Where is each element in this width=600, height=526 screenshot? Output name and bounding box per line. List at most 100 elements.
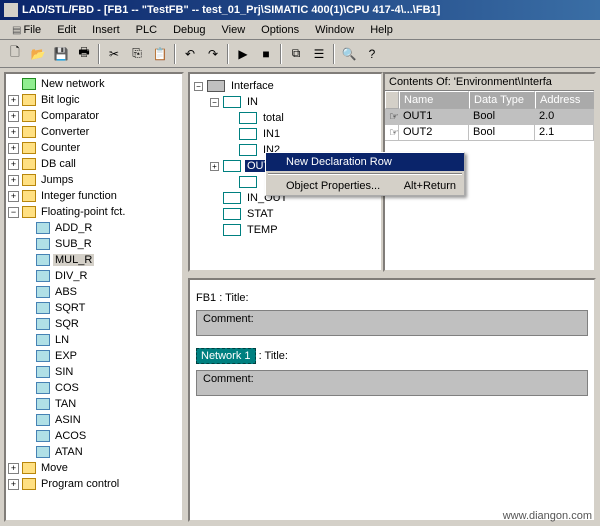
menu-debug[interactable]: Debug bbox=[165, 22, 213, 38]
tree-div_r[interactable]: DIV_R bbox=[8, 268, 180, 284]
cell-name: OUT2 bbox=[399, 125, 469, 141]
tree-cos[interactable]: COS bbox=[8, 380, 180, 396]
tree-label: New network bbox=[39, 78, 107, 90]
tree-db-call[interactable]: +DB call bbox=[8, 156, 180, 172]
copy-button[interactable]: ⎘ bbox=[126, 43, 148, 65]
menu-edit[interactable]: Edit bbox=[49, 22, 84, 38]
tree-jumps[interactable]: +Jumps bbox=[8, 172, 180, 188]
iface-label: STAT bbox=[245, 208, 275, 220]
expand-icon[interactable]: + bbox=[8, 143, 19, 154]
menu-file[interactable]: File bbox=[4, 22, 49, 38]
tree-atan[interactable]: ATAN bbox=[8, 444, 180, 460]
tree-add_r[interactable]: ADD_R bbox=[8, 220, 180, 236]
fb-comment-box[interactable]: Comment: bbox=[196, 310, 588, 336]
col-address[interactable]: Address bbox=[535, 91, 594, 109]
network-title[interactable]: : Title: bbox=[259, 350, 288, 362]
tree-acos[interactable]: ACOS bbox=[8, 428, 180, 444]
new-button[interactable]: 🗋 bbox=[4, 43, 26, 65]
context-menu: New Declaration Row Object Properties...… bbox=[265, 152, 465, 196]
iface-root[interactable]: −Interface bbox=[194, 78, 377, 94]
stop-button[interactable]: ■ bbox=[255, 43, 277, 65]
folder-icon bbox=[22, 174, 36, 186]
table-row[interactable]: ☞OUT1Bool2.0 bbox=[385, 109, 594, 125]
iface-temp[interactable]: TEMP bbox=[194, 222, 377, 238]
network-button[interactable]: ⧉ bbox=[285, 43, 307, 65]
expand-icon[interactable]: − bbox=[8, 207, 19, 218]
table-row[interactable]: ☞OUT2Bool2.1 bbox=[385, 125, 594, 141]
expand-icon[interactable]: + bbox=[8, 463, 19, 474]
var-icon bbox=[223, 192, 241, 204]
tree-bit-logic[interactable]: +Bit logic bbox=[8, 92, 180, 108]
iface-in[interactable]: −IN bbox=[194, 94, 377, 110]
menu-view[interactable]: View bbox=[214, 22, 254, 38]
menu-options[interactable]: Options bbox=[253, 22, 307, 38]
iface-label: IN1 bbox=[261, 128, 282, 140]
tree-counter[interactable]: +Counter bbox=[8, 140, 180, 156]
var-icon bbox=[223, 160, 241, 172]
help-button[interactable]: ? bbox=[361, 43, 383, 65]
interface-tree[interactable]: −Interface−INtotalIN1IN2+OUTIN_OUTSTATTE… bbox=[188, 72, 383, 272]
tree-sqr[interactable]: SQR bbox=[8, 316, 180, 332]
expand-icon[interactable]: + bbox=[8, 127, 19, 138]
instruction-tree[interactable]: New network +Bit logic+Comparator+Convert… bbox=[4, 72, 184, 522]
find-button[interactable]: 🔍 bbox=[338, 43, 360, 65]
ctx-object-properties[interactable]: Object Properties...Alt+Return bbox=[266, 177, 464, 195]
tree-sqrt[interactable]: SQRT bbox=[8, 300, 180, 316]
expand-icon[interactable]: + bbox=[8, 95, 19, 106]
paste-button[interactable]: 📋 bbox=[149, 43, 171, 65]
code-editor[interactable]: FB1 : Title: Comment: Network 1 : Title:… bbox=[188, 278, 596, 522]
open-button[interactable]: 📂 bbox=[27, 43, 49, 65]
tree-mul_r[interactable]: MUL_R bbox=[8, 252, 180, 268]
expand-icon[interactable]: + bbox=[8, 479, 19, 490]
col-name[interactable]: Name bbox=[399, 91, 469, 109]
ctx-new-declaration-row[interactable]: New Declaration Row bbox=[266, 153, 464, 171]
save-button[interactable]: 💾 bbox=[50, 43, 72, 65]
block-icon bbox=[36, 302, 50, 314]
menu-insert[interactable]: Insert bbox=[84, 22, 128, 38]
cut-button[interactable]: ✂ bbox=[103, 43, 125, 65]
run-button[interactable]: ▶ bbox=[232, 43, 254, 65]
cell-type: Bool bbox=[469, 109, 535, 125]
tree-floating-point[interactable]: −Floating-point fct. bbox=[8, 204, 180, 220]
folder-icon bbox=[22, 110, 36, 122]
fb-title-line[interactable]: FB1 : Title: bbox=[196, 292, 588, 304]
expand-icon[interactable]: + bbox=[8, 159, 19, 170]
redo-button[interactable]: ↷ bbox=[202, 43, 224, 65]
menu-window[interactable]: Window bbox=[307, 22, 362, 38]
tree-asin[interactable]: ASIN bbox=[8, 412, 180, 428]
tree-tan[interactable]: TAN bbox=[8, 396, 180, 412]
tree-ln[interactable]: LN bbox=[8, 332, 180, 348]
tree-integer-function[interactable]: +Integer function bbox=[8, 188, 180, 204]
network-comment-box[interactable]: Comment: bbox=[196, 370, 588, 396]
network-line[interactable]: Network 1 : Title: bbox=[196, 348, 588, 364]
menu-help[interactable]: Help bbox=[362, 22, 401, 38]
print-button[interactable]: 🖶 bbox=[73, 43, 95, 65]
expand-icon[interactable]: + bbox=[8, 191, 19, 202]
menu-plc[interactable]: PLC bbox=[128, 22, 165, 38]
block-icon bbox=[36, 254, 50, 266]
tree-comparator[interactable]: +Comparator bbox=[8, 108, 180, 124]
iface-in-total[interactable]: total bbox=[194, 110, 377, 126]
folder-icon bbox=[22, 142, 36, 154]
tree-sin[interactable]: SIN bbox=[8, 364, 180, 380]
iface-in-in1[interactable]: IN1 bbox=[194, 126, 377, 142]
tree-label: ACOS bbox=[53, 430, 88, 442]
tree-move[interactable]: +Move bbox=[8, 460, 180, 476]
properties-button[interactable]: ☰ bbox=[308, 43, 330, 65]
tree-converter[interactable]: +Converter bbox=[8, 124, 180, 140]
col-data-type[interactable]: Data Type bbox=[469, 91, 535, 109]
undo-button[interactable]: ↶ bbox=[179, 43, 201, 65]
folder-icon bbox=[22, 158, 36, 170]
tree-sub_r[interactable]: SUB_R bbox=[8, 236, 180, 252]
cell-type: Bool bbox=[469, 125, 535, 141]
iface-stat[interactable]: STAT bbox=[194, 206, 377, 222]
tree-exp[interactable]: EXP bbox=[8, 348, 180, 364]
tree-program-control[interactable]: +Program control bbox=[8, 476, 180, 492]
expand-icon[interactable]: + bbox=[8, 175, 19, 186]
tree-new-network[interactable]: New network bbox=[8, 76, 180, 92]
iface-label: TEMP bbox=[245, 224, 280, 236]
tree-abs[interactable]: ABS bbox=[8, 284, 180, 300]
block-icon bbox=[36, 366, 50, 378]
network-label[interactable]: Network 1 bbox=[196, 348, 256, 364]
expand-icon[interactable]: + bbox=[8, 111, 19, 122]
